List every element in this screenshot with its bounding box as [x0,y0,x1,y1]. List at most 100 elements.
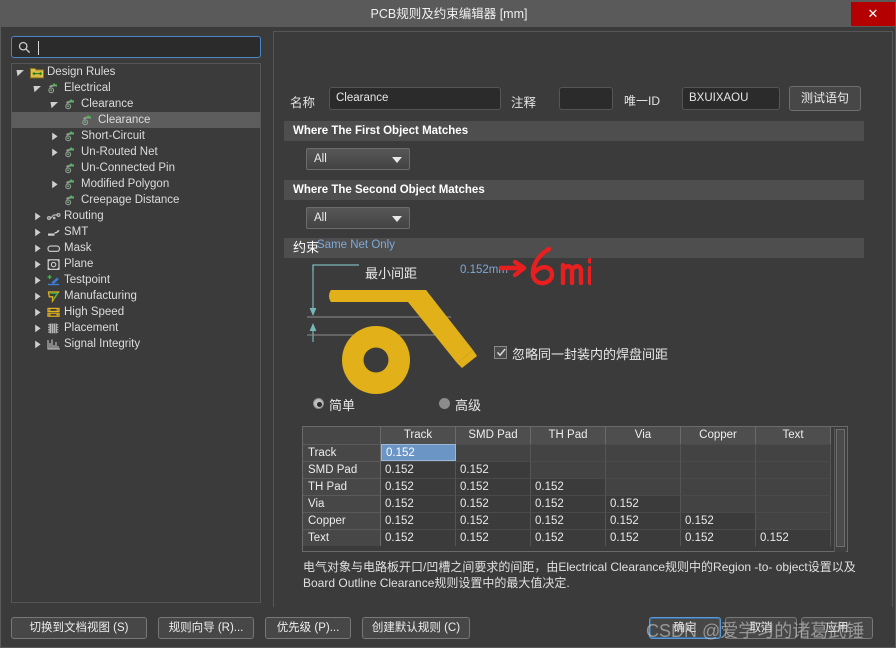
tree-item-placement[interactable]: Placement [12,320,260,336]
clearance-matrix-table[interactable]: TrackSMD PadTH PadViaCopperTextTrack0.15… [302,426,848,552]
matrix-cell[interactable] [531,461,606,478]
matrix-cell[interactable]: 0.152 [531,495,606,512]
search-input[interactable] [11,36,261,58]
matrix-cell[interactable] [756,478,831,495]
matrix-cell[interactable]: 0.152 [606,495,681,512]
tree-item-design-rules[interactable]: Design Rules [12,64,260,80]
footer-button-1[interactable]: 切换到文档视图 (S) [11,617,147,639]
second-object-scope-select[interactable]: All [306,207,410,229]
ok-button[interactable]: 确定 [649,617,721,639]
footer-button-4[interactable]: 创建默认规则 (C) [362,617,470,639]
tree-item-mask[interactable]: Mask [12,240,260,256]
chevron-right-icon[interactable] [33,260,42,269]
matrix-cell[interactable] [456,444,531,461]
tree-item-signal-integrity[interactable]: Signal Integrity [12,336,260,352]
matrix-cell[interactable] [756,461,831,478]
matrix-column-header[interactable]: TH Pad [531,427,606,444]
tree-item-plane[interactable]: Plane [12,256,260,272]
chevron-right-icon[interactable] [33,244,42,253]
radio-simple[interactable] [313,398,324,409]
matrix-row-header[interactable]: Via [303,495,381,512]
chevron-right-icon[interactable] [33,228,42,237]
name-field[interactable]: Clearance [329,87,501,110]
matrix-cell[interactable]: 0.152 [456,461,531,478]
footer-button-3[interactable]: 优先级 (P)... [265,617,351,639]
tree-item-short-circuit[interactable]: Short-Circuit [12,128,260,144]
chevron-right-icon[interactable] [33,308,42,317]
close-icon[interactable]: ✕ [851,2,895,26]
chevron-right-icon[interactable] [33,292,42,301]
matrix-cell[interactable] [681,478,756,495]
radio-advanced[interactable] [439,398,450,409]
tree-item-clearance[interactable]: Clearance [12,112,260,128]
chevron-right-icon[interactable] [50,148,59,157]
matrix-cell[interactable]: 0.152 [381,512,456,529]
scrollbar-thumb[interactable] [836,429,845,547]
comment-field[interactable] [559,87,613,110]
matrix-cell[interactable]: 0.152 [381,529,456,546]
tree-item-creepage-distance[interactable]: Creepage Distance [12,192,260,208]
matrix-cell[interactable] [606,478,681,495]
matrix-cell[interactable]: 0.152 [381,444,456,461]
matrix-row-header[interactable]: Copper [303,512,381,529]
matrix-cell[interactable] [756,512,831,529]
chevron-right-icon[interactable] [50,180,59,189]
tree-item-manufacturing[interactable]: Manufacturing [12,288,260,304]
matrix-cell[interactable]: 0.152 [456,512,531,529]
matrix-column-header[interactable]: SMD Pad [456,427,531,444]
tree-item-testpoint[interactable]: Testpoint [12,272,260,288]
matrix-cell[interactable] [756,444,831,461]
matrix-cell[interactable]: 0.152 [381,461,456,478]
matrix-cell[interactable]: 0.152 [381,495,456,512]
unique-id-field[interactable]: BXUIXAOU [682,87,780,110]
matrix-cell[interactable]: 0.152 [531,478,606,495]
matrix-cell[interactable] [681,444,756,461]
cancel-button[interactable]: 取消 [725,617,797,639]
chevron-down-icon[interactable] [16,68,25,77]
tree-item-un-routed-net[interactable]: Un-Routed Net [12,144,260,160]
rules-tree[interactable]: Design RulesElectricalClearanceClearance… [11,63,261,603]
matrix-cell[interactable] [531,444,606,461]
matrix-cell[interactable]: 0.152 [456,495,531,512]
first-object-scope-select[interactable]: All [306,148,410,170]
matrix-cell[interactable]: 0.152 [456,478,531,495]
matrix-cell[interactable]: 0.152 [681,512,756,529]
matrix-cell[interactable] [606,444,681,461]
matrix-row-header[interactable]: TH Pad [303,478,381,495]
matrix-column-header[interactable]: Text [756,427,831,444]
test-query-button[interactable]: 测试语句 [789,86,861,111]
matrix-cell[interactable] [756,495,831,512]
tree-item-clearance[interactable]: Clearance [12,96,260,112]
matrix-row-header[interactable]: Text [303,529,381,546]
matrix-cell[interactable] [606,461,681,478]
matrix-cell[interactable]: 0.152 [681,529,756,546]
tree-item-routing[interactable]: Routing [12,208,260,224]
tree-item-modified-polygon[interactable]: Modified Polygon [12,176,260,192]
chevron-down-icon[interactable] [50,100,59,109]
matrix-cell[interactable] [681,495,756,512]
tree-item-electrical[interactable]: Electrical [12,80,260,96]
matrix-vertical-scrollbar[interactable] [834,428,846,552]
matrix-cell[interactable]: 0.152 [606,512,681,529]
matrix-cell[interactable]: 0.152 [756,529,831,546]
matrix-cell[interactable] [681,461,756,478]
chevron-right-icon[interactable] [33,276,42,285]
chevron-right-icon[interactable] [33,340,42,349]
tree-item-smt[interactable]: SMT [12,224,260,240]
chevron-down-icon[interactable] [33,84,42,93]
matrix-cell[interactable]: 0.152 [531,529,606,546]
matrix-row-header[interactable]: SMD Pad [303,461,381,478]
apply-button[interactable]: 应用 [801,617,873,639]
chevron-right-icon[interactable] [33,212,42,221]
chevron-right-icon[interactable] [50,132,59,141]
matrix-column-header[interactable]: Track [381,427,456,444]
matrix-cell[interactable]: 0.152 [606,529,681,546]
ignore-pads-checkbox[interactable] [494,346,507,359]
matrix-cell[interactable]: 0.152 [456,529,531,546]
footer-button-2[interactable]: 规则向导 (R)... [158,617,254,639]
matrix-row-header[interactable]: Track [303,444,381,461]
matrix-cell[interactable]: 0.152 [531,512,606,529]
matrix-cell[interactable]: 0.152 [381,478,456,495]
matrix-column-header[interactable]: Via [606,427,681,444]
chevron-right-icon[interactable] [33,324,42,333]
